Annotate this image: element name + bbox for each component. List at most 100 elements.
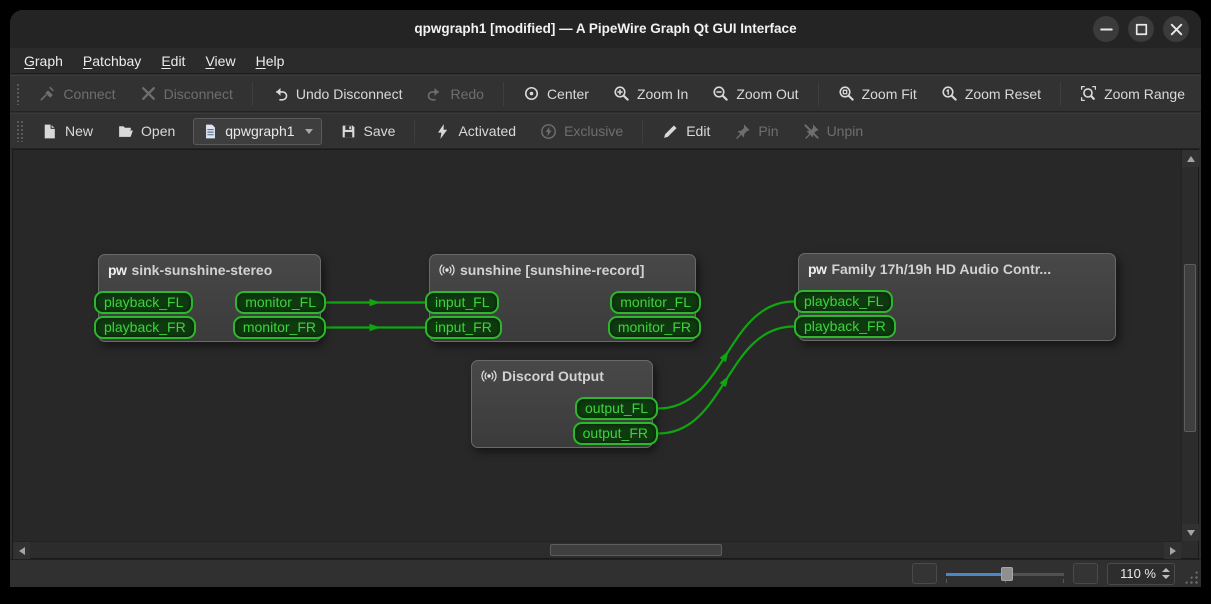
- scroll-right-button[interactable]: [1164, 542, 1181, 559]
- disconnect-icon: [140, 85, 157, 102]
- disconnect-button[interactable]: Disconnect: [130, 79, 243, 108]
- maximize-button[interactable]: [1128, 16, 1154, 42]
- node-sunshine[interactable]: sunshine [sunshine-record] input_FL input_…: [425, 254, 701, 342]
- stream-icon: [481, 368, 497, 384]
- port-input-fl[interactable]: input_FL: [425, 291, 500, 314]
- down-arrow-icon: [1186, 529, 1195, 536]
- scrollbar-corner: [1181, 541, 1198, 558]
- node-header[interactable]: sunshine [sunshine-record]: [430, 255, 695, 278]
- save-icon: [340, 123, 357, 140]
- menu-edit[interactable]: Edit: [151, 50, 195, 72]
- status-zoom-in-button[interactable]: [1073, 563, 1098, 584]
- unpin-button[interactable]: Unpin: [793, 117, 874, 146]
- statusbar: 110 %: [10, 559, 1201, 587]
- port-input-fr[interactable]: input_FR: [425, 316, 502, 339]
- port-monitor-fl[interactable]: monitor_FL: [235, 291, 326, 314]
- port-monitor-fr[interactable]: monitor_FR: [232, 316, 326, 339]
- pipewire-icon: pw: [808, 261, 827, 277]
- open-button[interactable]: Open: [107, 117, 185, 146]
- redo-button[interactable]: Redo: [416, 79, 493, 108]
- button-label: Disconnect: [163, 85, 233, 102]
- scroll-left-button[interactable]: [13, 542, 30, 559]
- titlebar[interactable]: qpwgraph1 [modified] — A PipeWire Graph …: [10, 10, 1201, 48]
- status-zoom-out-button[interactable]: [912, 563, 937, 584]
- button-label: New: [65, 123, 94, 139]
- spin-arrows[interactable]: [1162, 568, 1170, 579]
- connect-button[interactable]: Connect: [29, 79, 125, 108]
- patchbay-file-combo[interactable]: qpwgraph1: [193, 117, 322, 145]
- menu-help[interactable]: Help: [246, 50, 295, 72]
- zoom-reset-button[interactable]: Zoom Reset: [931, 79, 1051, 108]
- left-arrow-icon: [18, 546, 25, 555]
- minimize-button[interactable]: [1093, 16, 1119, 42]
- edit-button[interactable]: Edit: [652, 117, 720, 146]
- menu-graph[interactable]: Graph: [14, 50, 73, 72]
- zoom-range-button[interactable]: Zoom Range: [1070, 79, 1195, 108]
- undo-disconnect-button[interactable]: Undo Disconnect: [262, 79, 413, 108]
- zoom-fit-button[interactable]: Zoom Fit: [828, 79, 927, 108]
- toolbar-separator: [502, 81, 504, 106]
- toolbar-separator: [251, 81, 253, 106]
- window-title: qpwgraph1 [modified] — A PipeWire Graph …: [414, 21, 797, 36]
- zoom-slider-handle[interactable]: [1001, 566, 1014, 581]
- zoom-spinbox[interactable]: 110 %: [1107, 562, 1175, 585]
- close-button[interactable]: [1163, 16, 1189, 42]
- toolbar-drag-handle[interactable]: [16, 120, 23, 142]
- port-monitor-fl[interactable]: monitor_FL: [610, 291, 701, 314]
- toolbar-separator: [642, 119, 644, 143]
- menu-patchbay[interactable]: Patchbay: [73, 50, 151, 72]
- button-label: Save: [363, 123, 396, 139]
- zoom-slider[interactable]: [946, 566, 1064, 583]
- pin-button[interactable]: Pin: [724, 117, 788, 146]
- save-button[interactable]: Save: [330, 117, 406, 146]
- resize-grip[interactable]: [1184, 570, 1198, 584]
- port-playback-fr[interactable]: playback_FR: [94, 316, 196, 339]
- unpin-icon: [803, 123, 820, 140]
- horizontal-scrollbar[interactable]: [13, 541, 1181, 559]
- node-family[interactable]: pw Family 17h/19h HD Audio Contr... playba…: [794, 253, 1116, 341]
- zoom-out-button[interactable]: Zoom Out: [702, 79, 808, 108]
- wire-arrow-icon: [369, 323, 381, 332]
- right-arrow-icon: [1169, 546, 1176, 555]
- slider-tick: [946, 578, 947, 583]
- port-playback-fl[interactable]: playback_FL: [794, 290, 894, 313]
- zoom-in-button[interactable]: Zoom In: [603, 79, 698, 108]
- activated-button[interactable]: Activated: [424, 117, 526, 146]
- port-output-fr[interactable]: output_FR: [572, 422, 658, 445]
- node-sink[interactable]: pw sink-sunshine-stereo playback_FL playbac…: [94, 254, 326, 342]
- button-label: Open: [141, 123, 176, 139]
- undo-icon: [272, 85, 289, 102]
- exclusive-button[interactable]: Exclusive: [530, 117, 633, 146]
- wire-arrow-icon: [369, 298, 381, 307]
- slider-tick: [1063, 578, 1064, 583]
- port-output-fl[interactable]: output_FL: [574, 397, 658, 420]
- new-button[interactable]: New: [31, 117, 103, 146]
- center-button[interactable]: Center: [513, 79, 599, 108]
- toolbar-main: Connect Disconnect Undo Disconnect Redo Cent…: [10, 75, 1201, 112]
- graph-area[interactable]: pw sink-sunshine-stereo playback_FL playbac…: [13, 150, 1181, 541]
- port-playback-fl[interactable]: playback_FL: [94, 291, 194, 314]
- menu-view[interactable]: View: [195, 50, 245, 72]
- node-header[interactable]: pw sink-sunshine-stereo: [99, 255, 320, 278]
- zoom-value: 110 %: [1120, 566, 1156, 581]
- toolbar-drag-handle[interactable]: [16, 82, 22, 105]
- vertical-scrollbar-thumb[interactable]: [1184, 264, 1196, 432]
- scroll-up-button[interactable]: [1182, 150, 1199, 167]
- toolbar-file: New Open qpwgraph1 Save Activated Exclusive Ed…: [10, 113, 1201, 149]
- vertical-scrollbar[interactable]: [1181, 150, 1199, 541]
- scroll-down-button[interactable]: [1182, 524, 1199, 541]
- chevron-down-icon: [304, 128, 313, 134]
- close-icon: [1168, 21, 1185, 38]
- node-header[interactable]: pw Family 17h/19h HD Audio Contr...: [799, 254, 1115, 277]
- zoom-reset-icon: [941, 85, 958, 102]
- spin-up-icon[interactable]: [1162, 568, 1170, 572]
- port-playback-fr[interactable]: playback_FR: [794, 315, 896, 338]
- toolbar-separator: [1060, 81, 1062, 106]
- node-discord[interactable]: Discord Output output_FL output_FR: [471, 360, 658, 448]
- node-header[interactable]: Discord Output: [472, 361, 652, 384]
- menubar: Graph Patchbay Edit View Help: [10, 48, 1201, 74]
- port-monitor-fr[interactable]: monitor_FR: [607, 316, 701, 339]
- combo-label: qpwgraph1: [225, 123, 295, 139]
- spin-down-icon[interactable]: [1162, 575, 1170, 579]
- horizontal-scrollbar-thumb[interactable]: [550, 544, 722, 556]
